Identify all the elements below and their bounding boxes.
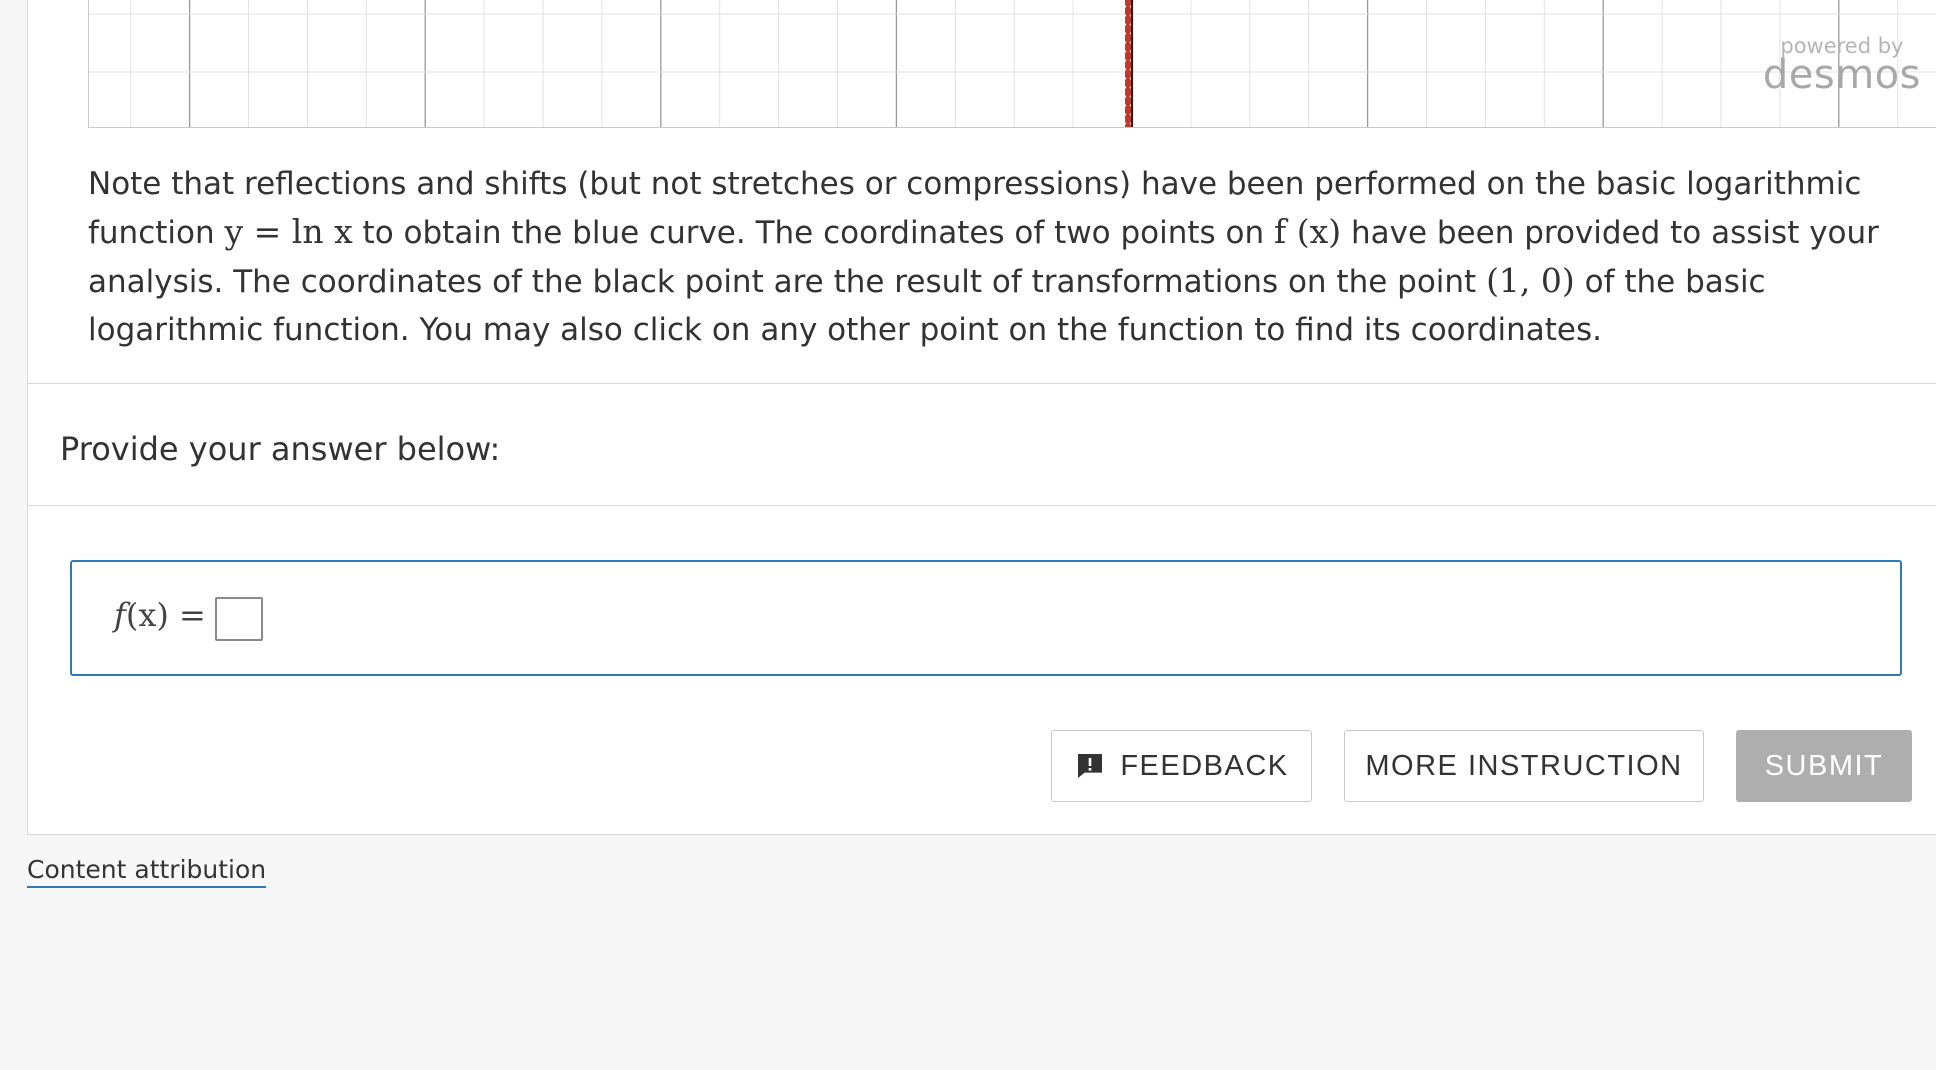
math-point: (1, 0) — [1486, 261, 1575, 300]
question-card: powered by desmos Note that reflections … — [27, 0, 1936, 835]
feedback-label: FEEDBACK — [1120, 749, 1289, 782]
content-attribution-link[interactable]: Content attribution — [27, 855, 267, 888]
desmos-graph[interactable]: powered by desmos — [88, 0, 1936, 128]
answer-input[interactable] — [215, 597, 263, 641]
answer-prompt: Provide your answer below: — [60, 430, 501, 468]
feedback-icon — [1074, 750, 1106, 782]
feedback-button[interactable]: FEEDBACK — [1051, 730, 1312, 802]
divider-top — [27, 383, 1936, 384]
divider-bottom — [27, 505, 1936, 506]
desc-text-2: to obtain the blue curve. The coordinate… — [352, 215, 1275, 251]
question-description: Note that reflections and shifts (but no… — [88, 160, 1936, 354]
submit-button[interactable]: SUBMIT — [1736, 730, 1912, 802]
math-fx: f (x) — [1274, 212, 1342, 251]
math-basic-function: y = ln x — [224, 212, 353, 251]
answer-field[interactable]: f(x) = — [70, 560, 1902, 676]
more-instruction-button[interactable]: MORE INSTRUCTION — [1344, 730, 1704, 802]
graph-grid — [89, 0, 1936, 127]
desmos-logo: powered by desmos — [1762, 36, 1921, 98]
answer-label: f(x) = — [114, 596, 206, 634]
desmos-brand-text: desmos — [1762, 52, 1921, 98]
